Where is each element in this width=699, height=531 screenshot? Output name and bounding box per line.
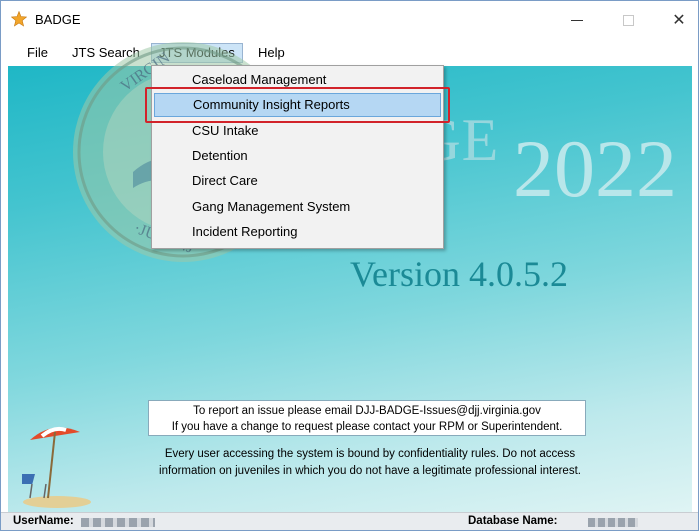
- report-line-1: To report an issue please email DJJ-BADG…: [193, 405, 541, 417]
- menu-item-gang-management-system[interactable]: Gang Management System: [154, 195, 441, 219]
- highlight-annotation-box: [145, 87, 450, 123]
- username-value-redacted: [81, 518, 155, 527]
- username-label: UserName:: [13, 515, 74, 527]
- minimize-icon: [571, 19, 583, 21]
- close-icon: ✕: [672, 12, 686, 29]
- database-name-value-redacted: [588, 518, 638, 527]
- app-window: BADGE ✕ File JTS Search JTS Modules Help…: [0, 0, 699, 531]
- report-line-2: If you have a change to request please c…: [171, 421, 563, 433]
- database-name-label: Database Name:: [468, 515, 558, 527]
- status-bar: UserName: Database Name:: [1, 512, 698, 530]
- version-label: Version 4.0.5.2: [350, 254, 568, 294]
- minimize-button[interactable]: [554, 1, 600, 39]
- maximize-button[interactable]: [605, 1, 651, 39]
- close-button[interactable]: ✕: [656, 1, 698, 39]
- confidentiality-notice: Every user accessing the system is bound…: [122, 446, 618, 480]
- menu-item-incident-reporting[interactable]: Incident Reporting: [154, 220, 441, 244]
- maximize-icon: [622, 14, 634, 26]
- window-title: BADGE: [35, 12, 81, 27]
- notice-line-1: Every user accessing the system is bound…: [164, 448, 576, 460]
- notice-line-2: information on juveniles in which you do…: [159, 465, 581, 477]
- report-issue-box: To report an issue please email DJJ-BADG…: [148, 400, 586, 436]
- badge-logo-year: 2022: [513, 123, 677, 214]
- star-app-icon: [11, 11, 27, 27]
- menu-file[interactable]: File: [20, 43, 55, 63]
- menu-item-direct-care[interactable]: Direct Care: [154, 169, 441, 193]
- menu-item-detention[interactable]: Detention: [154, 144, 441, 168]
- beach-umbrella-icon: [22, 426, 91, 508]
